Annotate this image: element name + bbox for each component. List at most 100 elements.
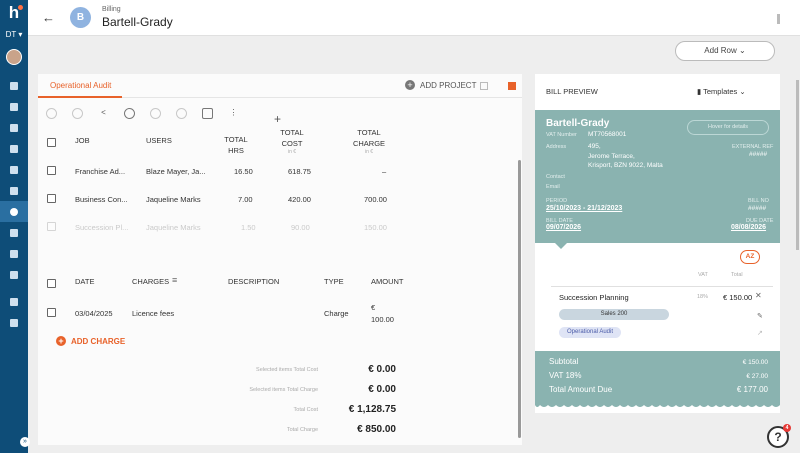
add-project-button[interactable]: + ADD PROJECT <box>405 80 476 90</box>
col-description[interactable]: DESCRIPTION <box>228 276 279 287</box>
app-logo[interactable]: h <box>4 4 24 22</box>
tag-edit-icon[interactable] <box>124 108 135 119</box>
people-icon[interactable] <box>0 138 28 159</box>
job-charge: 700.00 <box>364 195 387 204</box>
col-amount[interactable]: AMOUNT <box>371 276 404 287</box>
job-users: Jaqueline Marks <box>146 223 201 232</box>
add-column-icon[interactable]: + <box>274 112 281 126</box>
vat-number-value: MT70568001 <box>588 131 627 138</box>
col-total-charge[interactable]: TOTAL CHARGE in € <box>347 127 391 155</box>
list-view-icon[interactable] <box>508 82 516 90</box>
amount-due-value: € 177.00 <box>736 385 768 394</box>
dashboard-icon[interactable] <box>0 75 28 96</box>
total-cost-label: Total Cost <box>293 407 318 413</box>
billing-icon[interactable] <box>0 180 28 201</box>
external-ref-label: EXTERNAL REF <box>732 144 774 150</box>
project-badge: Operational Audit <box>559 327 621 338</box>
back-arrow-icon[interactable]: ← <box>42 10 55 25</box>
line-item-name: Succession Planning <box>559 293 629 302</box>
close-icon[interactable]: ✕ <box>755 291 762 300</box>
group-icon[interactable] <box>0 264 28 285</box>
external-ref-value: ##### <box>749 151 768 158</box>
notification-badge: 4 <box>783 424 791 432</box>
select-all-charges-checkbox[interactable] <box>47 279 56 288</box>
bill-preview-panel: BILL PREVIEW ▮ Templates ⌄ Bartell-Grady… <box>535 74 780 413</box>
help-button[interactable]: ? 4 <box>767 424 791 448</box>
bill-date-value[interactable]: 09/07/2026 <box>546 224 581 231</box>
chevron-down-icon: ⌄ <box>739 87 746 96</box>
templates-dropdown[interactable]: ▮ Templates ⌄ <box>697 84 767 99</box>
col-total-cost[interactable]: TOTAL COST in € <box>274 127 310 155</box>
hover-details-hint[interactable]: Hover for details <box>687 120 769 135</box>
job-users: Blaze Mayer, Ja... <box>146 167 206 176</box>
due-date-value[interactable]: 08/08/2026 <box>731 224 766 231</box>
col-total-cost-label: TOTAL COST <box>280 128 304 148</box>
bill-preview-title: BILL PREVIEW <box>546 87 598 96</box>
edit-icon[interactable]: ✎ <box>757 312 763 320</box>
period-value[interactable]: 25/10/2023 - 21/12/2023 <box>546 205 622 212</box>
split-view-icon[interactable] <box>480 82 488 90</box>
project-panel: Operational Audit + ADD PROJECT < ⋮ + JO… <box>38 74 522 445</box>
grid-icon[interactable] <box>0 96 28 117</box>
link-icon[interactable]: ↗ <box>757 329 763 337</box>
charge-name: Licence fees <box>132 309 175 318</box>
vat-column-label: VAT <box>698 272 708 278</box>
bill-totals: Subtotal € 150.00 VAT 18% € 27.00 Total … <box>535 351 780 405</box>
print-icon[interactable] <box>202 108 213 119</box>
amount-due-label: Total Amount Due <box>549 385 613 394</box>
add-row-button[interactable]: Add Row ⌄ <box>675 41 775 61</box>
share-icon[interactable]: < <box>98 108 109 119</box>
col-total-cost-unit: in € <box>287 149 297 155</box>
tab-operational-audit[interactable]: Operational Audit <box>50 81 111 90</box>
subtotal-value: € 150.00 <box>742 359 768 366</box>
tag-icon[interactable] <box>0 201 28 222</box>
add-circle-icon: + <box>56 336 66 346</box>
bill-no-value: ##### <box>748 205 767 212</box>
refresh-icon[interactable] <box>150 108 161 119</box>
job-charge: – <box>382 167 387 176</box>
document-icon: ▮ <box>697 87 702 96</box>
col-charges[interactable]: CHARGES <box>132 276 169 287</box>
clock-icon[interactable] <box>0 117 28 138</box>
card-icon[interactable] <box>0 222 28 243</box>
col-type[interactable]: TYPE <box>324 276 344 287</box>
org-switcher[interactable]: DT ▾ <box>6 30 23 39</box>
selected-total-cost-label: Selected items Total Cost <box>256 367 318 373</box>
power-icon[interactable] <box>0 312 28 333</box>
col-date[interactable]: DATE <box>75 276 94 287</box>
filter-icon[interactable]: ≡ <box>172 275 177 285</box>
col-total-hrs[interactable]: TOTAL HRS <box>222 134 250 156</box>
add-icon[interactable] <box>72 108 83 119</box>
charge-currency: € <box>371 303 376 312</box>
copy-icon[interactable] <box>0 159 28 180</box>
address-label: Address <box>546 144 567 150</box>
total-charge-value: € 850.00 <box>357 424 396 435</box>
page-scrollbar[interactable] <box>796 80 799 250</box>
panel-scrollbar[interactable] <box>518 160 521 438</box>
period-label: PERIOD <box>546 198 568 204</box>
col-job[interactable]: JOB <box>75 135 90 146</box>
breadcrumb[interactable]: Billing <box>102 6 121 13</box>
client-avatar: B <box>70 7 91 28</box>
job-cost: 90.00 <box>291 223 310 232</box>
sort-az-button[interactable]: AZ <box>740 250 760 264</box>
assign-icon[interactable] <box>46 108 57 119</box>
selected-total-cost-value: € 0.00 <box>368 364 396 375</box>
user-avatar[interactable] <box>6 49 22 65</box>
vat-total-label: VAT 18% <box>549 371 582 380</box>
sync-icon[interactable] <box>176 108 187 119</box>
report-icon[interactable] <box>0 243 28 264</box>
more-icon[interactable]: ⋮ <box>228 108 239 119</box>
add-charge-button[interactable]: + ADD CHARGE <box>56 336 125 346</box>
select-all-jobs-checkbox[interactable] <box>47 138 56 147</box>
settings-icon[interactable] <box>0 291 28 312</box>
bill-line-item[interactable]: Succession Planning 18% € 150.00 ✕ Sales… <box>551 286 773 346</box>
job-users: Jaqueline Marks <box>146 195 201 204</box>
col-users[interactable]: USERS <box>146 135 172 146</box>
row-checkbox[interactable] <box>47 308 56 317</box>
row-checkbox[interactable] <box>47 166 56 175</box>
row-checkbox[interactable] <box>47 222 56 231</box>
row-checkbox[interactable] <box>47 194 56 203</box>
collapse-sidebar-icon[interactable]: » <box>20 437 30 447</box>
job-hrs: 1.50 <box>241 223 256 232</box>
